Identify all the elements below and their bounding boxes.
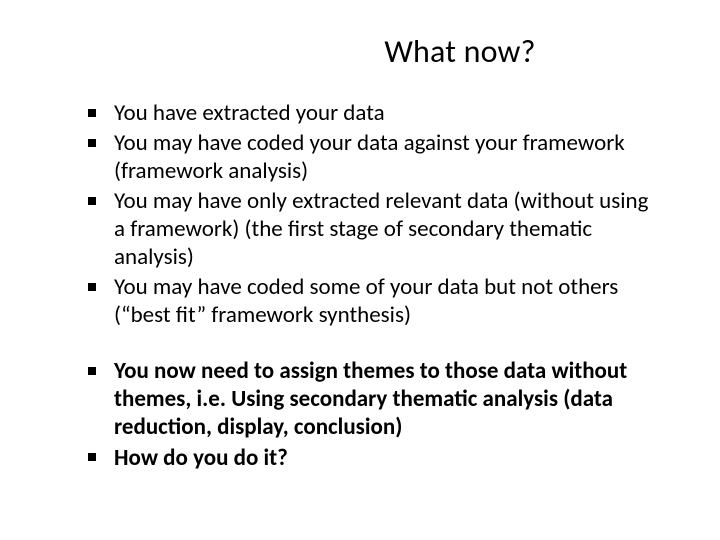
list-item: How do you do it? xyxy=(88,444,650,472)
slide-title: What now? xyxy=(60,32,660,71)
list-item: You may have only extracted relevant dat… xyxy=(88,187,650,271)
list-item: You may have coded your data against you… xyxy=(88,129,650,185)
list-item: You now need to assign themes to those d… xyxy=(88,357,650,441)
slide: What now? You have extracted your data Y… xyxy=(0,0,720,540)
list-item: You may have coded some of your data but… xyxy=(88,273,650,329)
bullet-list-1: You have extracted your data You may hav… xyxy=(60,99,660,329)
bullet-list-2: You now need to assign themes to those d… xyxy=(60,357,660,471)
list-item: You have extracted your data xyxy=(88,99,650,127)
